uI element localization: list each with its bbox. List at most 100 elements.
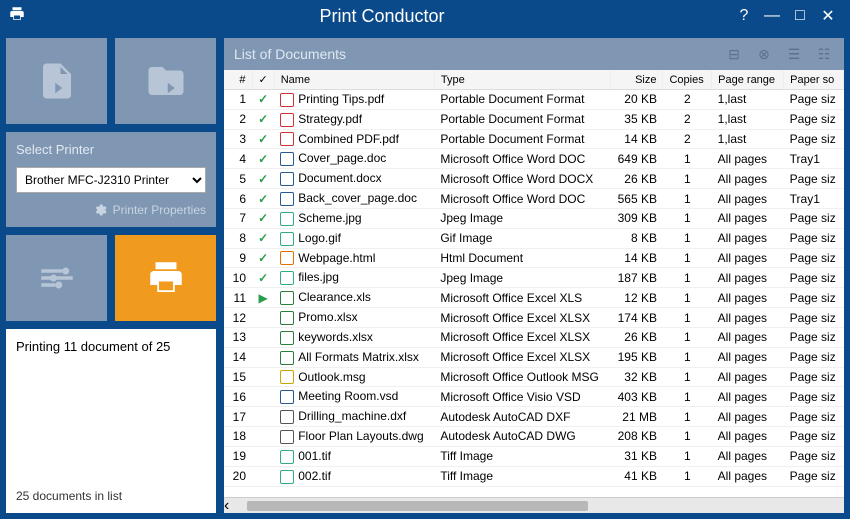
table-row[interactable]: 20002.tifTiff Image41 KB1All pagesPage s…: [224, 466, 844, 486]
row-copies: 1: [663, 466, 712, 486]
row-name: Floor Plan Layouts.dwg: [274, 427, 434, 447]
col-name[interactable]: Name: [274, 70, 434, 90]
maximize-button[interactable]: □: [786, 4, 814, 28]
row-type: Jpeg Image: [434, 268, 610, 288]
row-check[interactable]: ✓: [252, 109, 274, 129]
table-row[interactable]: 16Meeting Room.vsdMicrosoft Office Visio…: [224, 387, 844, 407]
row-check[interactable]: [252, 387, 274, 407]
row-check[interactable]: [252, 347, 274, 367]
row-src: Page siz: [784, 446, 844, 466]
row-check[interactable]: [252, 446, 274, 466]
table-row[interactable]: 19001.tifTiff Image31 KB1All pagesPage s…: [224, 446, 844, 466]
row-check[interactable]: [252, 367, 274, 387]
horizontal-scrollbar[interactable]: ‹: [224, 497, 844, 513]
table-row[interactable]: 10✓files.jpgJpeg Image187 KB1All pagesPa…: [224, 268, 844, 288]
row-num: 4: [224, 149, 252, 169]
check-icon: ✓: [258, 152, 268, 166]
row-type: Microsoft Office Word DOCX: [434, 169, 610, 189]
col-range[interactable]: Page range: [712, 70, 784, 90]
row-check[interactable]: ✓: [252, 169, 274, 189]
row-src: Tray1: [784, 149, 844, 169]
col-num[interactable]: #: [224, 70, 252, 90]
printer-select[interactable]: Brother MFC-J2310 Printer: [16, 167, 206, 193]
col-check[interactable]: ✓: [252, 70, 274, 90]
row-type: Microsoft Office Word DOC: [434, 149, 610, 169]
row-check[interactable]: ✓: [252, 90, 274, 110]
col-copies[interactable]: Copies: [663, 70, 712, 90]
row-copies: 1: [663, 149, 712, 169]
select-printer-panel: Select Printer Brother MFC-J2310 Printer…: [6, 132, 216, 227]
table-row[interactable]: 7✓Scheme.jpgJpeg Image309 KB1All pagesPa…: [224, 208, 844, 228]
col-type[interactable]: Type: [434, 70, 610, 90]
row-num: 17: [224, 407, 252, 427]
print-button[interactable]: [115, 235, 216, 321]
row-range: All pages: [712, 169, 784, 189]
row-check[interactable]: ✓: [252, 189, 274, 209]
row-type: Microsoft Office Outlook MSG: [434, 367, 610, 387]
row-check[interactable]: ✓: [252, 228, 274, 248]
table-row[interactable]: 1✓Printing Tips.pdfPortable Document For…: [224, 90, 844, 110]
file-icon: [280, 271, 294, 285]
printer-properties-link[interactable]: Printer Properties: [16, 203, 206, 217]
row-src: Page siz: [784, 466, 844, 486]
row-check[interactable]: ✓: [252, 268, 274, 288]
row-name: Clearance.xls: [274, 288, 434, 308]
close-button[interactable]: ✕: [814, 4, 842, 28]
table-row[interactable]: 11▶Clearance.xlsMicrosoft Office Excel X…: [224, 288, 844, 308]
settings-button[interactable]: [6, 235, 107, 321]
row-check[interactable]: ✓: [252, 149, 274, 169]
row-range: 1,last: [712, 129, 784, 149]
row-copies: 2: [663, 90, 712, 110]
table-row[interactable]: 18Floor Plan Layouts.dwgAutodesk AutoCAD…: [224, 427, 844, 447]
row-num: 7: [224, 208, 252, 228]
table-row[interactable]: 4 ✓ Cover_page.docMicrosoft Office Word DO…: [224, 149, 844, 169]
table-row[interactable]: 13keywords.xlsxMicrosoft Office Excel XL…: [224, 327, 844, 347]
row-check[interactable]: ▶: [252, 288, 274, 308]
row-range: All pages: [712, 327, 784, 347]
row-type: Microsoft Office Excel XLSX: [434, 308, 610, 328]
row-check[interactable]: ✓: [252, 208, 274, 228]
table-row[interactable]: 8✓Logo.gifGif Image8 KB1All pagesPage si…: [224, 228, 844, 248]
table-row[interactable]: 2✓Strategy.pdfPortable Document Format35…: [224, 109, 844, 129]
table-row[interactable]: 5✓Document.docxMicrosoft Office Word DOC…: [224, 169, 844, 189]
row-src: Page siz: [784, 327, 844, 347]
minimize-button[interactable]: —: [758, 4, 786, 28]
row-check[interactable]: [252, 327, 274, 347]
table-row[interactable]: 14All Formats Matrix.xlsxMicrosoft Offic…: [224, 347, 844, 367]
row-range: All pages: [712, 288, 784, 308]
row-range: All pages: [712, 387, 784, 407]
status-line: Printing 11 document of 25: [16, 339, 206, 354]
list-action-1-icon[interactable]: ⊟: [724, 46, 744, 62]
row-copies: 1: [663, 169, 712, 189]
table-row[interactable]: 12Promo.xlsxMicrosoft Office Excel XLSX1…: [224, 308, 844, 328]
list-action-3-icon[interactable]: ☰: [784, 46, 804, 62]
list-action-4-icon[interactable]: ☷: [814, 46, 834, 62]
row-type: Jpeg Image: [434, 208, 610, 228]
help-button[interactable]: ?: [730, 4, 758, 28]
row-check[interactable]: [252, 427, 274, 447]
row-check[interactable]: ✓: [252, 248, 274, 268]
table-row[interactable]: 17Drilling_machine.dxfAutodesk AutoCAD D…: [224, 407, 844, 427]
file-icon: [280, 331, 294, 345]
row-range: All pages: [712, 367, 784, 387]
row-check[interactable]: [252, 308, 274, 328]
table-row[interactable]: 6✓Back_cover_page.docMicrosoft Office Wo…: [224, 189, 844, 209]
col-size[interactable]: Size: [610, 70, 663, 90]
file-icon: [280, 410, 294, 424]
row-src: Page siz: [784, 387, 844, 407]
table-row[interactable]: 3✓Combined PDF.pdfPortable Document Form…: [224, 129, 844, 149]
row-check[interactable]: [252, 466, 274, 486]
row-name: Cover_page.doc: [274, 149, 434, 169]
row-copies: 1: [663, 208, 712, 228]
col-src[interactable]: Paper so: [784, 70, 844, 90]
row-range: All pages: [712, 407, 784, 427]
add-file-button[interactable]: [6, 38, 107, 124]
document-table[interactable]: #✓NameTypeSizeCopiesPage rangePaper so 1…: [224, 70, 844, 497]
row-check[interactable]: ✓: [252, 129, 274, 149]
row-check[interactable]: [252, 407, 274, 427]
list-action-2-icon[interactable]: ⊗: [754, 46, 774, 62]
add-folder-button[interactable]: [115, 38, 216, 124]
table-row[interactable]: 9✓Webpage.htmlHtml Document14 KB1All pag…: [224, 248, 844, 268]
row-type: Microsoft Office Excel XLSX: [434, 327, 610, 347]
table-row[interactable]: 15Outlook.msgMicrosoft Office Outlook MS…: [224, 367, 844, 387]
